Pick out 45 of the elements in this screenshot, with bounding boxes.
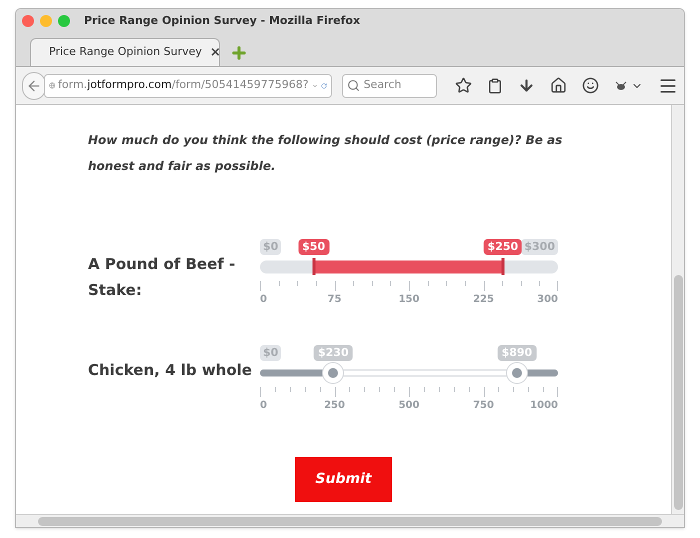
close-tab-button[interactable]: × <box>210 42 221 62</box>
search-icon <box>346 79 360 92</box>
max-value-badge: $300 <box>521 239 558 255</box>
tick-label: 500 <box>398 400 420 412</box>
tick-label: 0 <box>260 400 267 412</box>
bookmark-star-icon[interactable] <box>455 77 472 94</box>
submit-button[interactable]: Submit <box>295 457 392 502</box>
vertical-scrollbar[interactable] <box>671 105 684 514</box>
slider-handle[interactable] <box>312 258 316 275</box>
slider-handle[interactable] <box>506 363 527 383</box>
question-text: How much do you think the following should cost (price range)? Be as honest and fair as possible. <box>88 132 564 175</box>
bug-icon[interactable] <box>614 80 628 92</box>
tick-label: 150 <box>398 294 420 306</box>
question-label: A Pound of Beef - Stake: <box>88 254 236 301</box>
question-label: Chicken, 4 lb whole <box>88 360 253 381</box>
tick-label: 750 <box>473 400 494 412</box>
smiley-icon[interactable] <box>582 77 599 94</box>
download-icon[interactable] <box>518 77 535 94</box>
close-window-button[interactable] <box>22 15 34 27</box>
slider-handle[interactable] <box>501 258 504 275</box>
tick-label: 1000 <box>530 400 558 412</box>
tab-title: Price Range Opinion Survey <box>49 44 202 60</box>
back-arrow-icon <box>26 78 42 94</box>
handle-value-badge: $250 <box>484 239 522 255</box>
window-title: Price Range Opinion Survey - Mozilla Firefox <box>84 12 360 29</box>
home-icon[interactable] <box>550 77 567 94</box>
url-field[interactable]: form.jotformpro.com/form/50541459775968? <box>44 74 332 98</box>
tick-label: 0 <box>260 294 267 306</box>
clipboard-icon[interactable] <box>487 78 503 94</box>
url-text: form.jotformpro.com/form/50541459775968? <box>58 77 309 94</box>
search-placeholder: Search <box>364 77 402 94</box>
horizontal-scrollbar[interactable] <box>16 514 684 527</box>
tick-label: 250 <box>324 400 345 412</box>
tick-label: 75 <box>328 294 342 306</box>
browser-tab[interactable]: Price Range Opinion Survey × <box>30 38 220 66</box>
min-value-badge: $0 <box>260 345 282 361</box>
new-tab-button[interactable] <box>230 44 248 62</box>
slider-handle[interactable] <box>323 363 344 383</box>
tick-label: 300 <box>537 294 558 306</box>
tick-label: 225 <box>473 294 494 306</box>
back-button[interactable] <box>22 72 46 100</box>
handle-value-badge: $50 <box>298 239 330 255</box>
min-value-badge: $0 <box>260 239 282 255</box>
search-field[interactable]: Search <box>342 74 437 98</box>
range-slider[interactable] <box>260 363 558 383</box>
